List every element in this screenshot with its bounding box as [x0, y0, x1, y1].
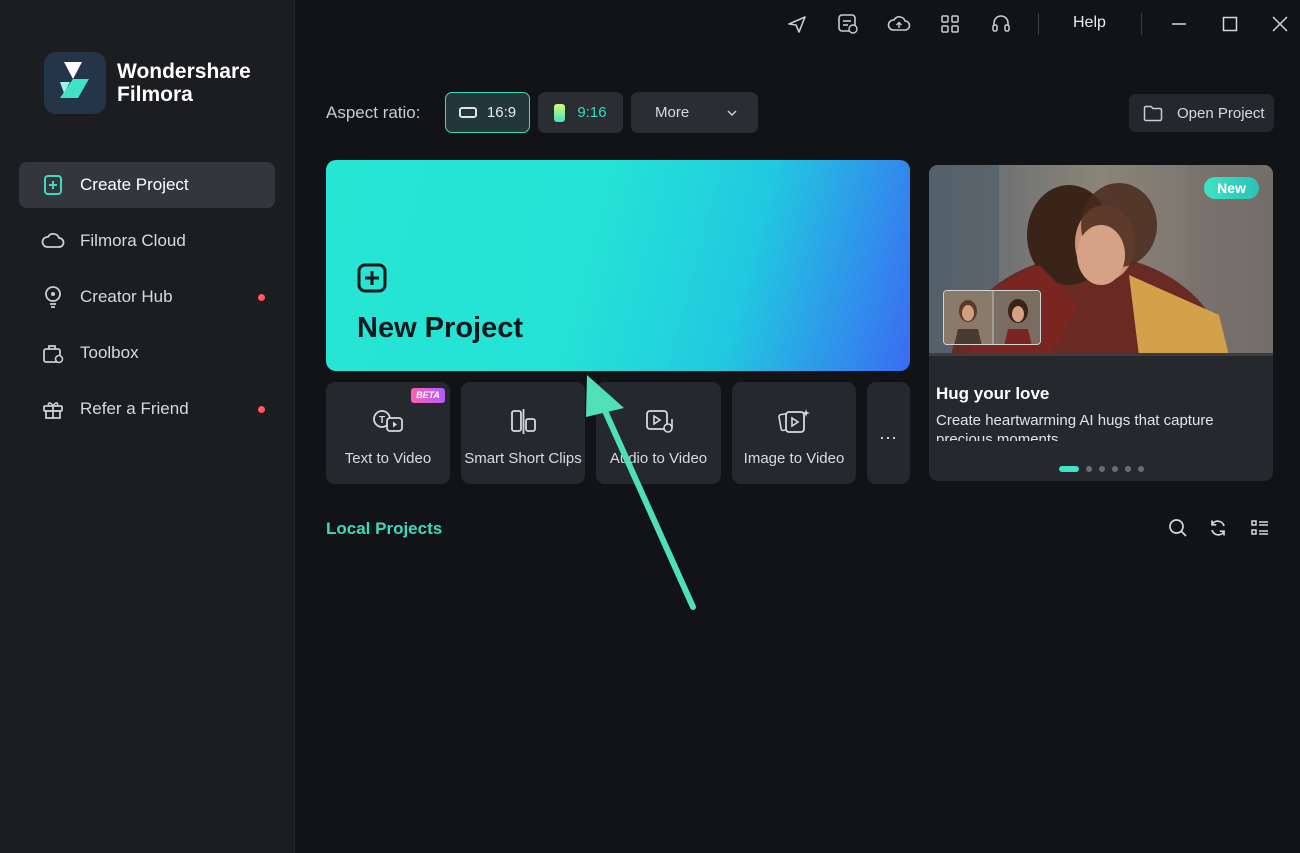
folder-icon	[1143, 105, 1163, 122]
aspect-16-9-button[interactable]: 16:9	[445, 92, 530, 133]
aspect-9-16-button[interactable]: 9:16	[538, 92, 623, 133]
gift-icon	[41, 397, 65, 421]
carousel-dot[interactable]	[1138, 466, 1144, 472]
open-project-label: Open Project	[1177, 104, 1265, 122]
smart-clips-icon	[506, 407, 540, 437]
promo-description: Create heartwarming AI hugs that capture…	[936, 412, 1214, 441]
carousel-dot[interactable]	[1112, 466, 1118, 472]
more-tools-button[interactable]: ...	[867, 382, 910, 484]
sidebar-item-refer-a-friend[interactable]: Refer a Friend	[19, 386, 275, 432]
aspect-option-label: 9:16	[577, 104, 607, 121]
tool-label: Text to Video	[344, 450, 432, 467]
app-name-line2: Filmora	[117, 83, 193, 106]
sidebar-item-label: Toolbox	[80, 343, 139, 362]
local-projects-title: Local Projects	[326, 519, 443, 538]
sidebar-item-label: Refer a Friend	[80, 399, 189, 418]
send-icon[interactable]	[785, 12, 809, 36]
promo-image: New	[929, 165, 1273, 356]
beta-badge: BETA	[411, 388, 445, 403]
sidebar-item-label: Create Project	[80, 175, 189, 194]
sidebar-item-label: Filmora Cloud	[80, 231, 186, 250]
sidebar-nav: Create Project Filmora Cloud Creator Hub…	[19, 162, 275, 442]
carousel-dot[interactable]	[1099, 466, 1105, 472]
aspect-ratio-label: Aspect ratio:	[326, 103, 421, 122]
app-logo: Wondershare Filmora	[44, 52, 251, 114]
annotation-arrow	[586, 375, 696, 610]
bulb-icon	[41, 285, 65, 309]
promo-title: Hug your love	[936, 384, 1050, 403]
text-to-video-icon: T	[371, 407, 405, 437]
feedback-icon[interactable]	[836, 12, 860, 36]
new-badge: New	[1204, 177, 1259, 199]
landscape-ratio-icon	[458, 107, 477, 118]
open-project-button[interactable]: Open Project	[1129, 94, 1274, 132]
cloud-upload-icon[interactable]	[887, 12, 911, 36]
tool-label: Image to Video	[743, 450, 845, 467]
sidebar: Wondershare Filmora Create Project Filmo…	[0, 0, 295, 853]
sidebar-item-label: Creator Hub	[80, 287, 173, 306]
sidebar-item-toolbox[interactable]: Toolbox	[19, 330, 275, 376]
carousel-dot[interactable]	[1125, 466, 1131, 472]
create-project-icon	[41, 173, 65, 197]
notification-dot	[258, 406, 265, 413]
aspect-option-label: 16:9	[486, 104, 517, 121]
more-aspect-dropdown[interactable]: More	[631, 92, 758, 133]
new-project-card[interactable]: New Project	[326, 160, 910, 371]
svg-text:T: T	[379, 415, 385, 426]
list-view-icon[interactable]	[1249, 517, 1271, 539]
notification-dot	[258, 294, 265, 301]
help-button[interactable]: Help	[1073, 14, 1106, 32]
portrait-ratio-icon	[554, 103, 566, 122]
apps-grid-icon[interactable]	[938, 12, 962, 36]
promo-card[interactable]: New Hug your love Create heartwarming AI…	[929, 165, 1273, 481]
more-label: More	[655, 104, 690, 121]
refresh-icon[interactable]	[1207, 517, 1229, 539]
image-to-video-icon	[777, 407, 811, 437]
carousel-indicator[interactable]	[1059, 466, 1151, 472]
toolbox-icon	[41, 341, 65, 365]
sidebar-item-filmora-cloud[interactable]: Filmora Cloud	[19, 218, 275, 264]
cloud-icon	[41, 229, 65, 253]
filmora-logo-icon	[44, 52, 106, 114]
minimize-icon[interactable]	[1167, 12, 1191, 36]
close-icon[interactable]	[1268, 12, 1292, 36]
headset-icon[interactable]	[989, 12, 1013, 36]
text-to-video-tile[interactable]: BETA T Text to Video	[326, 382, 450, 484]
app-name: Wondershare Filmora	[117, 60, 251, 106]
new-project-title: New Project	[357, 312, 523, 344]
chevron-down-icon	[726, 106, 738, 123]
promo-thumbnail	[943, 290, 1041, 345]
carousel-dot-active[interactable]	[1059, 466, 1079, 472]
smart-short-clips-tile[interactable]: Smart Short Clips	[461, 382, 585, 484]
add-project-icon	[357, 263, 387, 298]
tool-label: Smart Short Clips	[464, 450, 582, 467]
app-name-line1: Wondershare	[117, 60, 251, 83]
title-bar-divider	[1038, 13, 1039, 35]
sidebar-item-create-project[interactable]: Create Project	[19, 162, 275, 208]
image-to-video-tile[interactable]: Image to Video	[732, 382, 856, 484]
search-icon[interactable]	[1167, 517, 1189, 539]
title-bar-divider	[1141, 13, 1142, 35]
carousel-dot[interactable]	[1086, 466, 1092, 472]
maximize-icon[interactable]	[1218, 12, 1242, 36]
sidebar-item-creator-hub[interactable]: Creator Hub	[19, 274, 275, 320]
